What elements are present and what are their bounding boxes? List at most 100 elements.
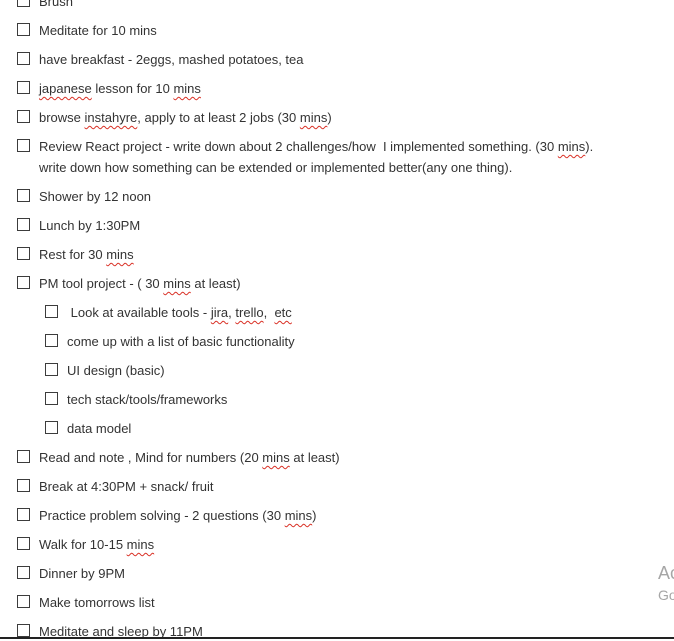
todo-text[interactable]: Practice problem solving - 2 questions (… [39,505,316,526]
spellcheck-word: instahyre [84,110,138,125]
todo-item: browse instahyre, apply to at least 2 jo… [0,107,650,136]
checkbox-icon[interactable] [45,334,58,347]
todo-item: Meditate for 10 mins [0,20,650,49]
spellcheck-word: mins [557,139,586,154]
checkbox-icon[interactable] [17,479,30,492]
text-run: , [263,305,275,320]
todo-text[interactable]: Walk for 10-15 mins [39,534,154,555]
text-run: ) [312,508,317,523]
checkbox-icon[interactable] [17,508,30,521]
text-run: Read and note , Mind for numbers (20 [39,450,263,465]
checkbox-icon[interactable] [17,276,30,289]
checkbox-icon[interactable] [17,110,30,123]
todo-text[interactable]: Rest for 30 mins [39,244,134,265]
text-run: come up with a list of basic functionali… [67,334,295,349]
text-run: Make tomorrows list [39,595,155,610]
todo-text[interactable]: PM tool project - ( 30 mins at least) [39,273,241,294]
spellcheck-word: trello [235,305,264,320]
checkbox-icon[interactable] [17,81,30,94]
todo-subitem: Look at available tools - jira, trello, … [0,302,650,331]
spellcheck-word: mins [284,508,313,523]
todo-text[interactable]: Dinner by 9PM [39,563,125,584]
text-run: Lunch by 1:30PM [39,218,141,233]
todo-text[interactable]: japanese lesson for 10 mins [39,78,201,99]
checkbox-icon[interactable] [17,52,30,65]
todo-text[interactable]: tech stack/tools/frameworks [67,389,227,410]
todo-item: Walk for 10-15 mins [0,534,650,563]
bottom-border [0,637,674,639]
todo-text[interactable]: UI design (basic) [67,360,165,381]
todo-subitem: data model [0,418,650,447]
todo-subitem: come up with a list of basic functionali… [0,331,650,360]
checkbox-icon[interactable] [17,189,30,202]
text-run: Walk for 10-15 [39,537,127,552]
text-run: have breakfast - 2eggs, mashed potatoes,… [39,52,304,67]
checkbox-icon[interactable] [17,537,30,550]
checkbox-icon[interactable] [45,363,58,376]
checkbox-icon[interactable] [17,450,30,463]
todo-text[interactable]: Look at available tools - jira, trello, … [67,302,292,323]
todo-text[interactable]: Brush [39,0,73,12]
todo-text[interactable]: Break at 4:30PM + snack/ fruit [39,476,214,497]
todo-text[interactable]: data model [67,418,131,439]
text-run: Brush [39,0,73,9]
checkbox-icon[interactable] [17,0,30,7]
text-run: Review React project - write down about … [39,139,558,154]
text-run: Practice problem solving - 2 questions (… [39,508,285,523]
todo-item: Practice problem solving - 2 questions (… [0,505,650,534]
spellcheck-word: japanese [39,81,92,96]
spellcheck-word: mins [299,110,328,125]
spellcheck-word: etc [274,305,292,320]
todo-text[interactable]: Meditate for 10 mins [39,20,157,41]
todo-item: Shower by 12 noon [0,186,650,215]
todo-item: Lunch by 1:30PM [0,215,650,244]
checkbox-icon[interactable] [17,566,30,579]
spellcheck-word: mins [126,537,155,552]
todo-item: japanese lesson for 10 mins [0,78,650,107]
text-run: tech stack/tools/frameworks [67,392,228,407]
checkbox-icon[interactable] [17,139,30,152]
todo-text[interactable]: browse instahyre, apply to at least 2 jo… [39,107,332,128]
text-run: Shower by 12 noon [39,189,152,204]
text-run: browse [39,110,85,125]
note-page: Brush Meditate for 10 mins have breakfast … [0,0,674,641]
spellcheck-word: jira [210,305,229,320]
todo-item: Review React project - write down about … [0,136,650,186]
text-run: Break at 4:30PM + snack/ fruit [39,479,214,494]
checkbox-icon[interactable] [17,218,30,231]
todo-item: Make tomorrows list [0,592,650,621]
todo-text[interactable]: have breakfast - 2eggs, mashed potatoes,… [39,49,304,70]
todo-subitem: UI design (basic) [0,360,650,389]
checkbox-icon[interactable] [17,595,30,608]
todo-item: Brush [0,0,650,20]
text-run: Dinner by 9PM [39,566,125,581]
spellcheck-word: mins [163,276,191,291]
todo-text[interactable]: Shower by 12 noon [39,186,151,207]
text-run: , apply to at least 2 jobs (30 [137,110,300,125]
todo-text[interactable]: Review React project - write down about … [39,136,593,178]
todo-item: PM tool project - ( 30 mins at least) [0,273,650,302]
todo-item: Rest for 30 mins [0,244,650,273]
todo-text[interactable]: Make tomorrows list [39,592,155,613]
checkbox-icon[interactable] [17,247,30,260]
checkbox-icon[interactable] [17,23,30,36]
text-run: PM tool project - ( 30 [39,276,164,291]
spellcheck-word: mins [262,450,290,465]
checkbox-icon[interactable] [45,392,58,405]
activate-windows-watermark-title: Ac [658,563,674,583]
todo-text[interactable]: come up with a list of basic functionali… [67,331,295,352]
todo-item: have breakfast - 2eggs, mashed potatoes,… [0,49,650,78]
todo-item: Read and note , Mind for numbers (20 min… [0,447,650,476]
todo-list: Brush Meditate for 10 mins have breakfast … [0,0,650,641]
todo-text[interactable]: Read and note , Mind for numbers (20 min… [39,447,340,468]
text-run: Rest for 30 [39,247,107,262]
todo-text[interactable]: Lunch by 1:30PM [39,215,140,236]
checkbox-icon[interactable] [45,305,58,318]
checkbox-icon[interactable] [45,421,58,434]
text-run: Look at available tools - [67,305,211,320]
checkbox-icon[interactable] [17,624,30,637]
activate-windows-watermark-subtitle: Go [658,587,674,603]
spellcheck-word: mins [173,81,201,96]
text-run: at least) [289,450,340,465]
todo-subitem: tech stack/tools/frameworks [0,389,650,418]
